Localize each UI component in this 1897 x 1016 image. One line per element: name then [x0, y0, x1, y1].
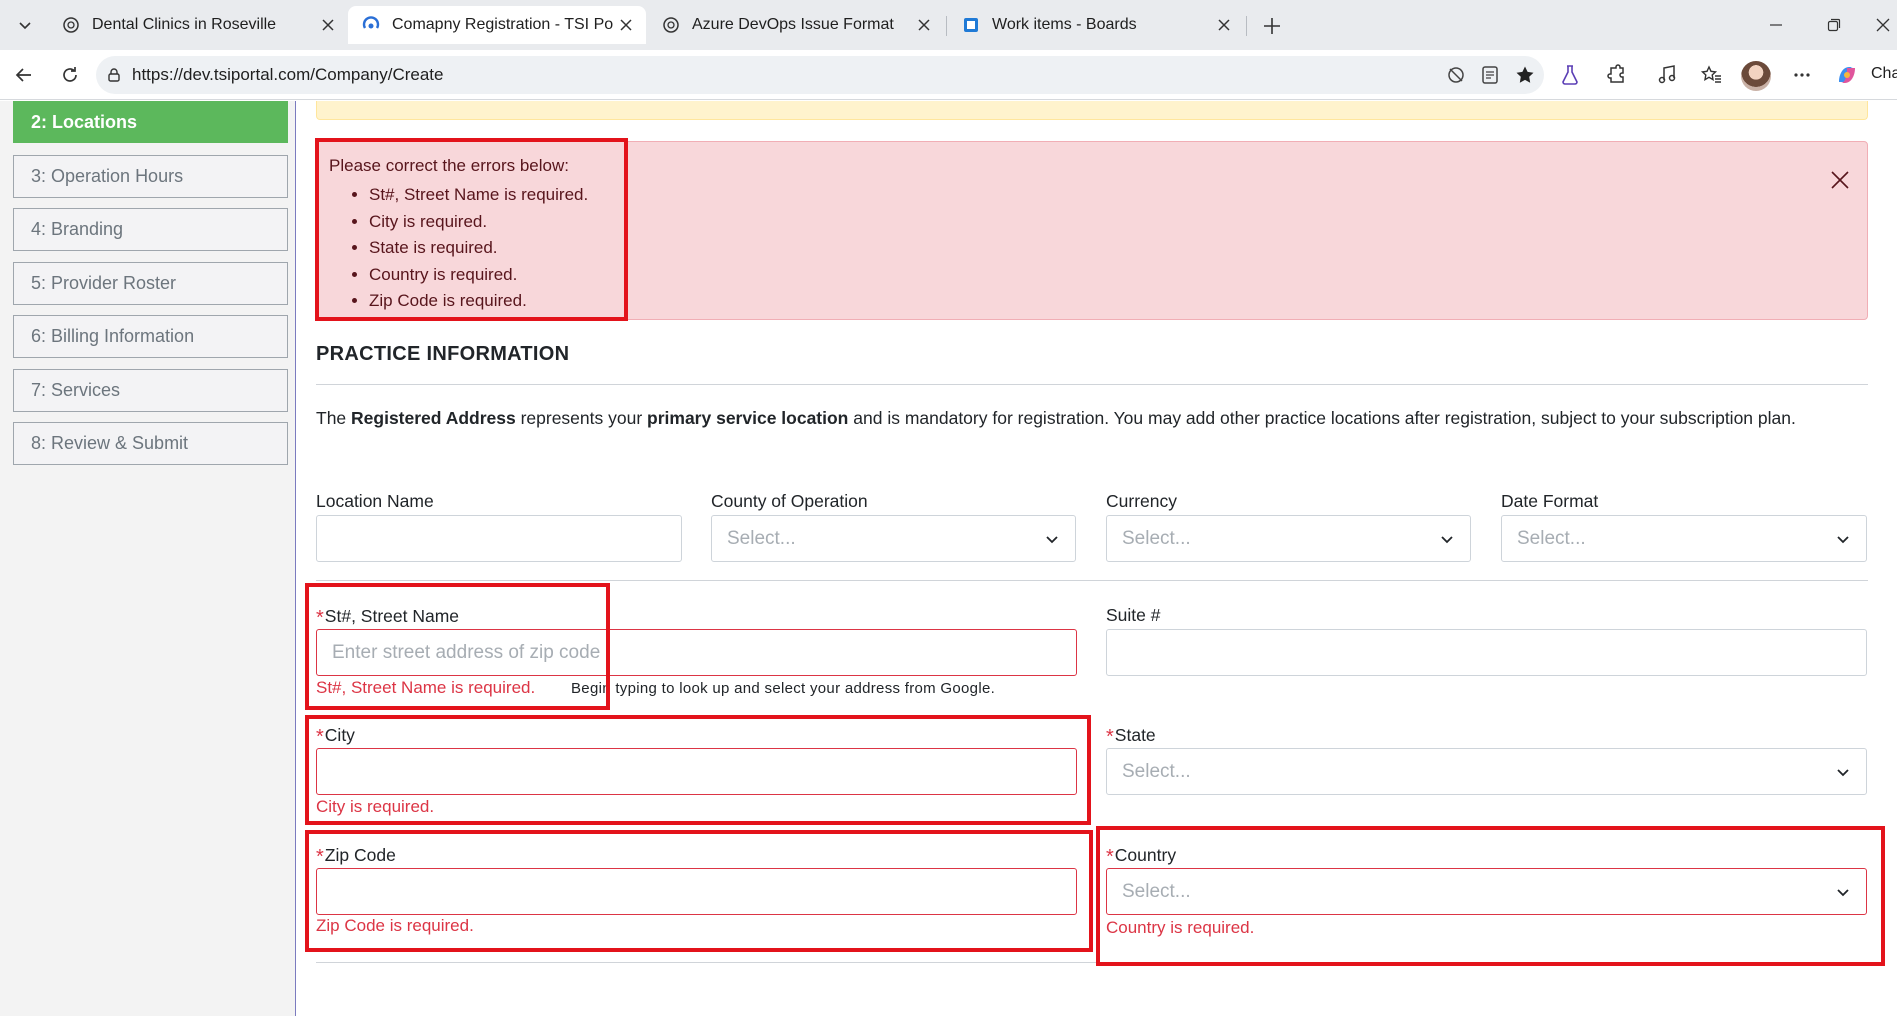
extensions-icon[interactable]	[1603, 62, 1629, 88]
close-window-button[interactable]	[1869, 12, 1897, 38]
annotation-box	[315, 138, 628, 321]
suite-input[interactable]	[1106, 629, 1867, 676]
close-tab-icon[interactable]	[614, 13, 638, 37]
step-operation-hours[interactable]: 3: Operation Hours	[13, 155, 288, 198]
close-icon	[1876, 18, 1890, 32]
info-banner	[316, 101, 1868, 120]
select-value: Select...	[727, 527, 796, 549]
annotation-box	[305, 830, 1093, 952]
tab-title: Dental Clinics in Roseville	[92, 16, 277, 33]
step-services[interactable]: 7: Services	[13, 369, 288, 412]
restore-button[interactable]	[1820, 12, 1848, 38]
chevron-down-icon	[1438, 530, 1456, 548]
tab-title: Work items - Boards	[992, 16, 1137, 33]
copilot-icon[interactable]	[1834, 62, 1860, 88]
tab-dental-clinics[interactable]: Dental Clinics in Roseville	[48, 6, 348, 44]
tab-company-registration[interactable]: Comapny Registration - TSI Portal	[348, 6, 646, 44]
tab-work-items-boards[interactable]: Work items - Boards	[948, 6, 1244, 44]
copilot-label[interactable]: Cha	[1871, 65, 1897, 83]
chatgpt-icon	[662, 16, 680, 34]
azure-boards-icon	[962, 16, 980, 34]
chevron-down-icon	[19, 22, 31, 30]
date-format-select[interactable]: Select...	[1501, 515, 1867, 562]
favorites-list-icon[interactable]	[1698, 62, 1724, 88]
step-branding[interactable]: 4: Branding	[13, 208, 288, 251]
refresh-icon	[63, 67, 77, 82]
minimize-button[interactable]	[1762, 12, 1790, 38]
new-tab-button[interactable]	[1258, 12, 1286, 40]
county-select[interactable]: Select...	[711, 515, 1076, 562]
step-billing-information[interactable]: 6: Billing Information	[13, 315, 288, 358]
back-button[interactable]	[10, 61, 38, 89]
close-tab-icon[interactable]	[1212, 13, 1236, 37]
close-tab-icon[interactable]	[316, 13, 340, 37]
favorite-star-icon[interactable]	[1512, 62, 1538, 88]
select-value: Select...	[1122, 760, 1191, 782]
more-options-icon[interactable]	[1789, 62, 1815, 88]
chatgpt-icon	[62, 16, 80, 34]
tab-separator	[1246, 16, 1247, 36]
suite-label: Suite #	[1106, 605, 1161, 625]
tab-separator	[946, 16, 947, 36]
tab-title: Azure DevOps Issue Format	[692, 16, 894, 33]
date-format-label: Date Format	[1501, 491, 1599, 511]
close-tab-icon[interactable]	[912, 13, 936, 37]
media-control-icon[interactable]	[1654, 62, 1680, 88]
refresh-button[interactable]	[56, 61, 84, 89]
tab-azure-devops-issue[interactable]: Azure DevOps Issue Format	[648, 6, 944, 44]
step-provider-roster[interactable]: 5: Provider Roster	[13, 262, 288, 305]
currency-label: Currency	[1106, 491, 1177, 511]
street-hint: Begin typing to look up and select your …	[571, 680, 996, 697]
registration-steps-sidebar: 2: Locations 3: Operation Hours 4: Brand…	[0, 101, 296, 1016]
step-review-submit[interactable]: 8: Review & Submit	[13, 422, 288, 465]
required-asterisk: *	[1106, 726, 1114, 748]
annotation-box	[305, 715, 1091, 825]
url-field[interactable]: https://dev.tsiportal.com/Company/Create	[96, 56, 1544, 94]
arrow-left-icon	[15, 68, 31, 82]
profile-avatar[interactable]	[1741, 61, 1771, 91]
minimize-icon	[1770, 24, 1782, 26]
reader-view-icon[interactable]	[1477, 62, 1503, 88]
url-text: https://dev.tsiportal.com/Company/Create	[132, 65, 444, 84]
plus-icon	[1264, 18, 1280, 34]
tab-list-dropdown-button[interactable]	[10, 10, 40, 40]
tab-title: Comapny Registration - TSI Portal	[392, 16, 614, 33]
currency-select[interactable]: Select...	[1106, 515, 1471, 562]
select-value: Select...	[1517, 527, 1586, 549]
annotation-box	[305, 583, 610, 710]
state-select[interactable]: Select...	[1106, 748, 1867, 795]
step-locations[interactable]: 2: Locations	[13, 101, 288, 143]
chevron-down-icon	[1834, 763, 1852, 781]
chevron-down-icon	[1834, 530, 1852, 548]
chevron-down-icon	[1043, 530, 1061, 548]
site-info-icon[interactable]	[106, 67, 122, 83]
browser-tab-bar: Dental Clinics in Roseville Comapny Regi…	[0, 0, 1897, 50]
restore-icon	[1827, 18, 1841, 32]
page: 2: Locations 3: Operation Hours 4: Brand…	[0, 101, 1897, 1016]
divider	[316, 384, 1868, 385]
county-label: County of Operation	[711, 491, 868, 511]
portal-icon	[362, 16, 380, 34]
location-name-label: Location Name	[316, 491, 434, 511]
browser-address-bar: https://dev.tsiportal.com/Company/Create…	[0, 50, 1897, 100]
tracking-prevention-icon[interactable]	[1443, 62, 1469, 88]
close-icon	[1831, 171, 1849, 189]
divider	[316, 580, 1868, 581]
alert-close-button[interactable]	[1826, 166, 1854, 194]
select-value: Select...	[1122, 527, 1191, 549]
labs-icon[interactable]	[1557, 62, 1583, 88]
location-name-input[interactable]	[316, 515, 682, 562]
state-label: *State	[1106, 725, 1156, 748]
section-title: PRACTICE INFORMATION	[316, 343, 570, 365]
annotation-box	[1096, 826, 1885, 966]
registered-address-intro: The Registered Address represents your p…	[316, 408, 1796, 428]
